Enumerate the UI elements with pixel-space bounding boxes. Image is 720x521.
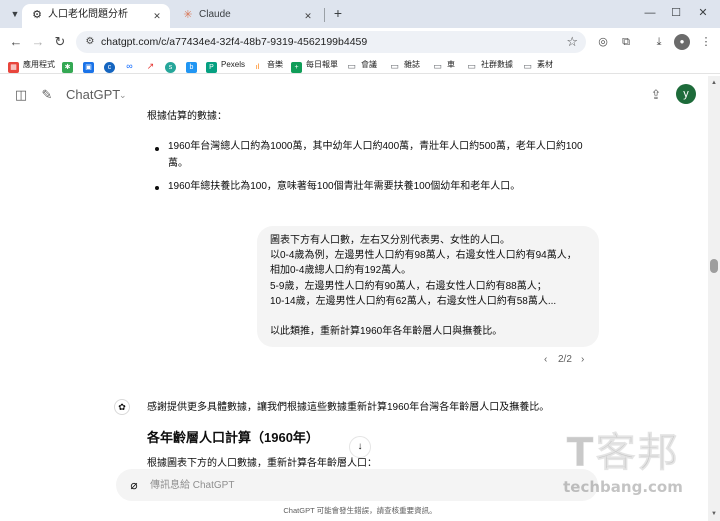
calendar-icon: ▣ bbox=[83, 62, 94, 73]
bullet-text: 1960年台灣總人口約為1000萬，其中幼年人口約400萬，青壯年人口約500萬… bbox=[168, 141, 583, 152]
user-message-line: 10-14歲，左邊男性人口約有62萬人，右邊女性人口約有58萬人... bbox=[270, 296, 557, 307]
bullet-dot bbox=[155, 186, 159, 190]
bookmark-star-icon[interactable]: ☆ bbox=[566, 34, 578, 50]
bookmark-item[interactable]: ∞ bbox=[124, 58, 139, 72]
chat-header: ◫ ✎ ChatGPT ⌄ ⇪ y bbox=[0, 76, 708, 116]
bookmark-audio[interactable]: ıl 音樂 bbox=[252, 58, 283, 72]
bullet-text: 萬。 bbox=[168, 158, 188, 169]
user-message-line: 以0-4歲為例，左邊男性人口約有98萬人，右邊女性人口約有94萬人， bbox=[270, 250, 577, 261]
user-message-line: 相加0-4歲總人口約有192萬人。 bbox=[270, 265, 412, 276]
openai-icon: ⚙ bbox=[32, 9, 42, 21]
browser-tab-title: Claude bbox=[199, 9, 231, 20]
previous-version-button[interactable]: ‹ bbox=[544, 352, 547, 368]
bookmark-apps[interactable]: ▦ 應用程式 bbox=[8, 58, 55, 73]
assistant-reply-text: 感謝提供更多具體數據，讓我們根據這些數據重新計算1960年台灣各年齡層人口及撫養… bbox=[147, 402, 550, 413]
bookmark-folder[interactable]: ▭ 社群數據 bbox=[466, 58, 513, 72]
section-heading: 各年齡層人口計算（1960年） bbox=[147, 430, 319, 445]
bookmark-pexels[interactable]: P Pexels bbox=[206, 58, 245, 73]
browser-tab-active[interactable]: ⚙ 人口老化問題分析 ✕ bbox=[22, 4, 170, 28]
folder-icon: ▭ bbox=[433, 61, 442, 71]
bookmark-item[interactable]: ↗ bbox=[145, 58, 160, 72]
new-tab-button[interactable]: + bbox=[330, 5, 346, 21]
next-version-button[interactable]: › bbox=[581, 352, 584, 368]
user-message-bubble: 圖表下方有人口數，左右又分別代表男、女性的人口。 以0-4歲為例，左邊男性人口約… bbox=[257, 226, 599, 347]
folder-icon: ▭ bbox=[467, 61, 476, 71]
address-bar[interactable]: ⚙ chatgpt.com/c/a77434e4-32f4-48b7-9319-… bbox=[76, 31, 586, 53]
bookmark-folder[interactable]: ▭ 會議 bbox=[346, 58, 377, 72]
browser-menu-icon[interactable]: ⋮ bbox=[697, 33, 715, 51]
user-message-line: 5-9歲，左邊男性人口約有90萬人，右邊女性人口約有88萬人； bbox=[270, 281, 547, 292]
scroll-thumb[interactable] bbox=[710, 259, 718, 273]
minimize-button[interactable]: — bbox=[637, 2, 663, 24]
extension-icon[interactable]: ◎ bbox=[594, 33, 612, 51]
claude-icon: ✳ bbox=[183, 9, 193, 21]
bookmark-item[interactable]: c bbox=[104, 58, 119, 73]
bullet-dot bbox=[155, 147, 159, 151]
tab-separator bbox=[324, 8, 325, 22]
folder-icon: ▭ bbox=[523, 61, 532, 71]
close-window-button[interactable]: ✕ bbox=[690, 2, 716, 24]
browser-tab-claude[interactable]: ✳ Claude ✕ bbox=[173, 4, 321, 28]
scroll-up-arrow-icon[interactable]: ▲ bbox=[710, 78, 718, 88]
chatgpt-page: ◫ ✎ ChatGPT ⌄ ⇪ y 根據估算的數據： 1960年台灣總人口約為1… bbox=[0, 76, 708, 521]
browser-toolbar: ← → ↻ ⚙ chatgpt.com/c/a77434e4-32f4-48b7… bbox=[0, 28, 720, 56]
plus-square-icon: + bbox=[291, 62, 302, 73]
paperclip-icon[interactable]: ⌀ bbox=[126, 476, 142, 494]
reload-button[interactable]: ↻ bbox=[50, 32, 70, 52]
bookmarks-bar: ▦ 應用程式 ✱ ▣ c ∞ ↗ s b P Pexels ıl 音樂 + 每日報單 ▭… bbox=[0, 56, 720, 74]
c-logo-icon: c bbox=[104, 62, 115, 73]
extensions-puzzle-icon[interactable]: ⧉ bbox=[617, 33, 635, 51]
bookmark-item[interactable]: ▣ bbox=[83, 58, 98, 73]
forward-button[interactable]: → bbox=[28, 32, 48, 52]
pexels-icon: P bbox=[206, 62, 217, 73]
message-composer: ⌀ bbox=[116, 469, 598, 501]
bookmark-folder[interactable]: ▭ 雜誌 bbox=[389, 58, 420, 72]
browser-tab-title: 人口老化問題分析 bbox=[48, 9, 128, 20]
browser-tab-strip: ▼ ⚙ 人口老化問題分析 ✕ ✳ Claude ✕ + — ☐ ✕ bbox=[0, 0, 720, 28]
site-info-icon[interactable]: ⚙ bbox=[83, 35, 97, 49]
s-logo-icon: s bbox=[165, 62, 176, 73]
chevron-down-icon[interactable]: ⌄ bbox=[119, 86, 127, 104]
maximize-button[interactable]: ☐ bbox=[663, 2, 689, 24]
share-icon[interactable]: ⇪ bbox=[646, 85, 666, 105]
scroll-down-arrow-icon[interactable]: ▼ bbox=[710, 509, 718, 519]
version-counter: 2/2 bbox=[558, 354, 572, 365]
bookmark-folder[interactable]: ▭ 素材 bbox=[522, 58, 553, 72]
bookmark-item[interactable]: ✱ bbox=[62, 58, 77, 73]
bookmark-item[interactable]: b bbox=[186, 58, 201, 73]
trend-icon: ↗ bbox=[146, 61, 155, 71]
bookmark-item[interactable]: s bbox=[165, 58, 180, 73]
new-chat-icon[interactable]: ✎ bbox=[37, 85, 57, 105]
folder-icon: ▭ bbox=[347, 61, 356, 71]
audio-icon: ıl bbox=[255, 64, 260, 71]
folder-icon: ▭ bbox=[390, 61, 399, 71]
model-selector[interactable]: ChatGPT bbox=[66, 86, 120, 104]
bookmark-folder[interactable]: ▭ 車 bbox=[432, 58, 455, 72]
apps-grid-icon: ▦ bbox=[8, 62, 19, 73]
b-logo-icon: b bbox=[186, 62, 197, 73]
sidebar-toggle-icon[interactable]: ◫ bbox=[11, 85, 31, 105]
browser-profile-avatar[interactable]: ● bbox=[674, 34, 690, 50]
close-tab-icon[interactable]: ✕ bbox=[150, 9, 164, 23]
close-tab-icon[interactable]: ✕ bbox=[301, 9, 315, 23]
user-message-line: 以此類推，重新計算1960年各年齡層人口與撫養比。 bbox=[270, 326, 503, 337]
page-scrollbar[interactable]: ▲ ▼ bbox=[708, 76, 720, 521]
meta-icon: ∞ bbox=[126, 61, 133, 71]
bullet-text: 1960年總扶養比為100，意味著每100個青壯年需要扶養100個幼年和老年人口… bbox=[168, 181, 521, 192]
green-leaf-icon: ✱ bbox=[62, 62, 73, 73]
message-input[interactable] bbox=[150, 477, 550, 493]
url-text[interactable]: chatgpt.com/c/a77434e4-32f4-48b7-9319-45… bbox=[101, 31, 367, 53]
bookmark-daily[interactable]: + 每日報單 bbox=[291, 58, 338, 73]
disclaimer-text: ChatGPT 可能會發生錯誤，請查核重要資訊。 bbox=[283, 506, 437, 515]
back-button[interactable]: ← bbox=[6, 32, 26, 52]
user-avatar[interactable]: y bbox=[676, 84, 696, 104]
assistant-intro-text: 根據估算的數據： bbox=[147, 111, 227, 122]
user-message-line: 圖表下方有人口數，左右又分別代表男、女性的人口。 bbox=[270, 235, 510, 246]
download-icon[interactable]: ⤓ bbox=[650, 33, 668, 51]
scroll-to-bottom-button[interactable]: ↓ bbox=[349, 436, 371, 458]
chatgpt-logo-icon: ✿ bbox=[114, 399, 130, 415]
